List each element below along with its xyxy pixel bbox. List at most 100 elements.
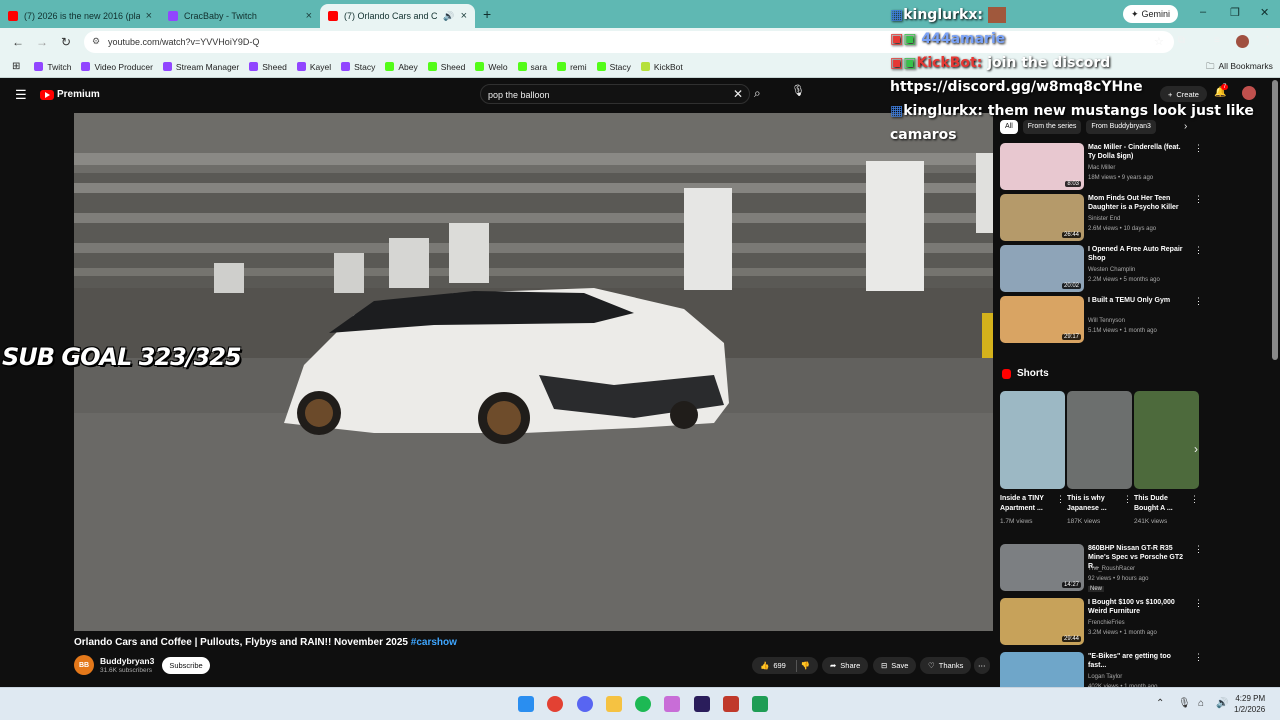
bookmark-item[interactable]: Abey <box>385 62 418 72</box>
start-icon[interactable] <box>518 696 534 712</box>
recommended-video[interactable]: 29:44 I Bought $100 vs $100,000 Weird Fur… <box>1000 598 1203 646</box>
video-thumbnail[interactable]: 20:02 <box>1000 245 1084 292</box>
more-options-icon[interactable]: ⋮ <box>1194 544 1203 555</box>
recommended-video[interactable]: 14:27 860BHP Nissan GT-R R35 Mine's Spec … <box>1000 544 1203 592</box>
reload-icon[interactable]: ↻ <box>54 35 78 49</box>
discord-icon[interactable] <box>577 696 593 712</box>
emote-image <box>987 7 1006 23</box>
chat-line: ▦kinglurkx: <box>890 3 1280 27</box>
video-thumbnail[interactable]: 29:44 <box>1000 598 1084 645</box>
search-icon[interactable]: ⌕ <box>754 86 761 101</box>
audio-icon[interactable]: 🔊 <box>443 11 454 22</box>
system-clock[interactable]: 4:29 PM 1/2/2026 <box>1234 693 1265 715</box>
site-info-icon[interactable]: ⚙ <box>92 36 100 47</box>
more-options-icon[interactable]: ⋮ <box>1190 494 1199 505</box>
video-thumbnail[interactable]: 26:44 <box>1000 194 1084 241</box>
more-options-icon[interactable]: ⋮ <box>1194 652 1203 663</box>
clear-search-icon[interactable]: ✕ <box>733 87 743 101</box>
bookmark-item[interactable]: KickBot <box>640 62 683 72</box>
browser-tab[interactable]: CracBaby - Twitch × <box>160 4 320 28</box>
more-options-icon[interactable]: ⋮ <box>1123 494 1132 505</box>
thumbs-down-icon[interactable]: 👎 <box>801 661 810 670</box>
back-icon[interactable]: ← <box>6 35 30 49</box>
short-title[interactable]: This Dude Bought A ... <box>1134 494 1192 514</box>
recommended-channel[interactable]: The_RoushRacer <box>1088 566 1135 572</box>
short-thumbnail[interactable] <box>1134 391 1199 489</box>
more-options-icon[interactable]: ⋮ <box>1194 194 1203 205</box>
close-tab-icon[interactable]: × <box>306 10 312 22</box>
more-options-icon[interactable]: ⋮ <box>1056 494 1065 505</box>
recommended-title[interactable]: I Opened A Free Auto Repair Shop <box>1088 245 1188 263</box>
new-tab-button[interactable]: + <box>483 6 491 22</box>
forward-icon[interactable]: → <box>30 35 54 49</box>
video-thumbnail[interactable]: 29:17 <box>1000 296 1084 343</box>
recommended-channel[interactable]: Sinister End <box>1088 216 1120 222</box>
like-button[interactable]: 👍 699 👎 <box>752 657 818 674</box>
short-thumbnail[interactable] <box>1000 391 1065 489</box>
shorts-next-icon[interactable]: › <box>1194 442 1198 456</box>
recommended-channel[interactable]: Westen Champlin <box>1088 267 1135 273</box>
bookmark-item[interactable]: Stacy <box>596 62 631 72</box>
bookmark-item[interactable]: Twitch <box>34 62 71 72</box>
bookmark-item[interactable]: Sheed <box>249 62 287 72</box>
premiere-icon[interactable] <box>694 696 710 712</box>
recommended-video[interactable]: 8:03 Mac Miller - Cinderella (feat. Ty Do… <box>1000 143 1203 191</box>
bookmark-item[interactable]: Stacy <box>341 62 375 72</box>
browser-tab-active[interactable]: (7) Orlando Cars and Coffee | 🔊 × <box>320 4 475 28</box>
recommended-video[interactable]: 26:44 Mom Finds Out Her Teen Daughter is … <box>1000 194 1203 242</box>
recommended-channel[interactable]: Mac Miller <box>1088 165 1115 171</box>
more-options-icon[interactable]: ⋮ <box>1194 598 1203 609</box>
share-button[interactable]: ➦ Share <box>822 657 869 674</box>
copilot-icon[interactable] <box>664 696 680 712</box>
network-icon[interactable]: ⌂ <box>1198 698 1204 709</box>
bookmark-item[interactable]: Welo <box>475 62 508 72</box>
recommended-video[interactable]: 29:17 I Built a TEMU Only Gym Will Tennyso… <box>1000 296 1203 344</box>
recommended-title[interactable]: I Bought $100 vs $100,000 Weird Furnitur… <box>1088 598 1188 616</box>
more-options-icon[interactable]: ⋮ <box>1194 245 1203 256</box>
spotify-icon[interactable] <box>635 696 651 712</box>
close-tab-icon[interactable]: × <box>461 10 467 22</box>
video-thumbnail[interactable]: 8:03 <box>1000 143 1084 190</box>
recommended-channel[interactable]: FrenchieFries <box>1088 620 1125 626</box>
recommended-channel[interactable]: Logan Taylor <box>1088 674 1122 680</box>
microphone-icon[interactable]: 🎙 <box>790 84 806 102</box>
close-tab-icon[interactable]: × <box>146 10 152 22</box>
save-button[interactable]: ⊟ Save <box>873 657 917 674</box>
short-title[interactable]: This is why Japanese ... <box>1067 494 1125 514</box>
recommended-title[interactable]: Mom Finds Out Her Teen Daughter is a Psy… <box>1088 194 1188 212</box>
apps-grid-icon[interactable]: ⊞ <box>12 61 20 72</box>
bookmark-item[interactable]: Stream Manager <box>162 62 239 72</box>
search-input[interactable]: pop the balloon ✕ <box>480 84 750 104</box>
video-hashtag-link[interactable]: #carshow <box>411 637 457 648</box>
short-title[interactable]: Inside a TINY Apartment ... <box>1000 494 1058 514</box>
channel-avatar[interactable]: BB <box>74 655 94 675</box>
bookmark-item[interactable]: remi <box>557 62 587 72</box>
hamburger-menu-icon[interactable]: ☰ <box>15 87 27 103</box>
file-explorer-icon[interactable] <box>606 696 622 712</box>
youtube-logo[interactable]: Premium <box>40 89 100 100</box>
subscribe-button[interactable]: Subscribe <box>162 657 210 674</box>
recommended-title[interactable]: "E-Bikes" are getting too fast... <box>1088 652 1188 670</box>
more-options-icon[interactable]: ⋮ <box>1194 296 1203 307</box>
app-icon[interactable] <box>752 696 768 712</box>
tray-chevron-icon[interactable]: ⌃ <box>1156 698 1164 709</box>
video-frame <box>74 113 993 631</box>
bookmark-item[interactable]: Sheed <box>427 62 465 72</box>
bookmark-item[interactable]: Video Producer <box>81 62 153 72</box>
more-actions-button[interactable]: ⋯ <box>974 657 990 674</box>
chrome-icon[interactable] <box>547 696 563 712</box>
bookmark-item[interactable]: Kayel <box>296 62 331 72</box>
mic-tray-icon[interactable]: 🎙 <box>1178 698 1191 709</box>
short-thumbnail[interactable] <box>1067 391 1132 489</box>
recommended-title[interactable]: I Built a TEMU Only Gym <box>1088 296 1188 305</box>
recommended-channel[interactable]: Will Tennyson <box>1088 318 1125 324</box>
video-thumbnail[interactable]: 14:27 <box>1000 544 1084 591</box>
video-player[interactable] <box>74 113 993 631</box>
thanks-button[interactable]: ♡ Thanks <box>920 657 972 674</box>
app-icon[interactable] <box>723 696 739 712</box>
volume-icon[interactable]: 🔊 <box>1216 698 1228 709</box>
recommended-video[interactable]: 20:02 I Opened A Free Auto Repair Shop Wes… <box>1000 245 1203 293</box>
bookmark-item[interactable]: sara <box>517 62 547 72</box>
channel-name[interactable]: Buddybryan3 <box>100 656 154 666</box>
browser-tab[interactable]: (7) 2026 is the new 2016 (playlist × <box>0 4 160 28</box>
